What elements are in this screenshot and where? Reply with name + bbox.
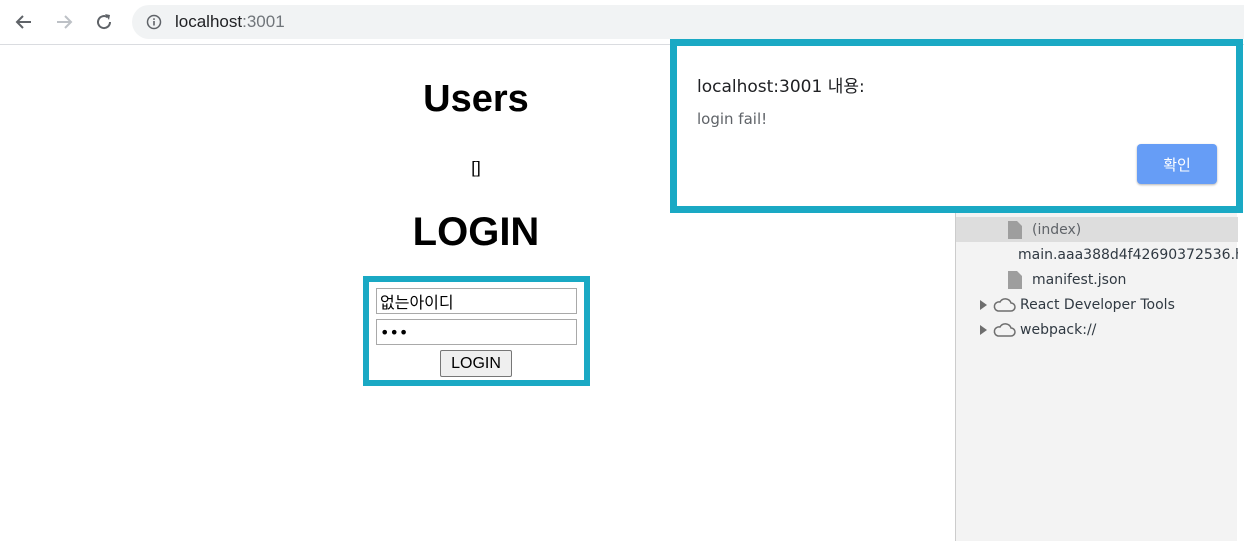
tree-item-manifest[interactable]: manifest.json — [956, 267, 1238, 292]
ok-button[interactable]: 확인 — [1137, 144, 1217, 184]
document-icon — [1008, 270, 1022, 289]
arrow-left-icon — [15, 15, 31, 29]
url-host: localhost — [175, 12, 243, 31]
password-input[interactable] — [376, 319, 577, 345]
alert-title: localhost:3001 내용: — [697, 77, 865, 97]
alert-dialog: localhost:3001 내용: login fail! 확인 — [670, 39, 1243, 213]
reload-icon — [97, 14, 112, 30]
tree-item-main-js[interactable]: main.aaa388d4f42690372536.h — [956, 242, 1238, 267]
tree-item-label: (index) — [1032, 221, 1082, 238]
expand-arrow-icon[interactable] — [980, 299, 987, 310]
url-text: localhost:3001 — [175, 12, 285, 32]
tree-item-webpack[interactable]: webpack:// — [956, 317, 1238, 342]
tree-item-label: webpack:// — [1020, 321, 1097, 338]
tree-item-label: main.aaa388d4f42690372536.h — [1018, 246, 1238, 263]
tree-item-label: React Developer Tools — [1020, 296, 1175, 313]
tree-item-index[interactable]: (index) — [956, 217, 1238, 242]
login-button[interactable]: LOGIN — [440, 350, 512, 377]
id-input[interactable] — [376, 288, 577, 314]
login-form: LOGIN — [363, 276, 590, 386]
reload-button[interactable] — [90, 8, 118, 36]
expand-arrow-icon[interactable] — [980, 324, 987, 335]
devtools-sources-panel: (index) main.aaa388d4f42690372536.h mani… — [955, 180, 1238, 541]
document-icon — [1008, 220, 1022, 239]
address-bar[interactable]: localhost:3001 — [132, 5, 1244, 39]
arrow-right-icon — [57, 15, 73, 29]
tree-item-react-devtools[interactable]: React Developer Tools — [956, 292, 1238, 317]
forward-button[interactable] — [50, 8, 78, 36]
info-icon[interactable] — [146, 14, 162, 30]
alert-message: login fail! — [697, 110, 768, 128]
back-button[interactable] — [10, 8, 38, 36]
cloud-icon — [993, 297, 1016, 312]
url-port: :3001 — [242, 12, 285, 31]
cloud-icon — [993, 322, 1016, 337]
tree-item-label: manifest.json — [1032, 271, 1127, 288]
login-title: LOGIN — [412, 210, 540, 254]
